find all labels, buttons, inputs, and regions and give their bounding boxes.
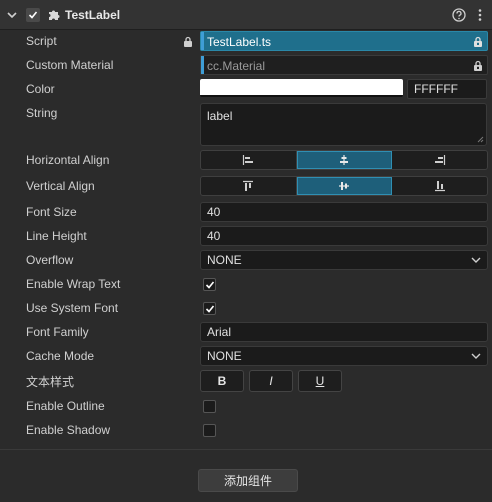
string-label: String — [26, 106, 58, 120]
enable-shadow-label: Enable Shadow — [26, 423, 111, 437]
chevron-down-icon — [471, 257, 481, 263]
section-divider — [0, 449, 492, 450]
cache-mode-select[interactable]: NONE — [200, 346, 488, 366]
component-header: TestLabel — [0, 0, 492, 30]
checkmark-icon — [205, 304, 214, 313]
align-top-icon — [243, 180, 254, 191]
lock-icon[interactable] — [473, 60, 483, 71]
vertical-align-group — [200, 176, 488, 196]
font-family-label: Font Family — [26, 325, 89, 339]
vertical-align-label: Vertical Align — [26, 179, 95, 193]
horizontal-align-group — [200, 150, 488, 170]
script-asset-field[interactable]: TestLabel.ts — [200, 31, 488, 51]
resize-grip-icon[interactable] — [477, 136, 484, 143]
underline-button[interactable]: U — [298, 370, 342, 392]
italic-button[interactable]: I — [249, 370, 293, 392]
checkmark-icon — [205, 280, 214, 289]
checkmark-icon — [28, 11, 38, 19]
align-center-button[interactable] — [296, 151, 393, 169]
font-family-input[interactable]: Arial — [200, 322, 488, 342]
enable-wrap-text-checkbox[interactable] — [203, 278, 216, 291]
align-right-button[interactable] — [392, 151, 487, 169]
add-component-button[interactable]: 添加组件 — [198, 469, 298, 492]
align-middle-icon — [339, 182, 349, 190]
chevron-down-icon — [471, 353, 481, 359]
lock-icon[interactable] — [473, 36, 483, 47]
align-bottom-icon — [434, 181, 445, 192]
string-textarea[interactable]: label — [200, 103, 487, 146]
script-label: Script — [26, 34, 57, 48]
color-label: Color — [26, 82, 55, 96]
enable-shadow-checkbox[interactable] — [203, 424, 216, 437]
asset-type-bar — [201, 32, 204, 50]
color-hex-input[interactable]: FFFFFF — [407, 79, 487, 99]
line-height-label: Line Height — [26, 229, 87, 243]
overflow-select[interactable]: NONE — [200, 250, 488, 270]
chevron-down-icon[interactable] — [6, 9, 18, 21]
overflow-label: Overflow — [26, 253, 74, 267]
color-swatch[interactable] — [200, 79, 403, 97]
text-style-label: 文本样式 — [26, 375, 75, 389]
string-value: label — [207, 109, 233, 123]
more-options-icon[interactable] — [474, 8, 486, 22]
enable-outline-label: Enable Outline — [26, 399, 105, 413]
use-system-font-checkbox[interactable] — [203, 302, 216, 315]
align-top-button[interactable] — [201, 177, 297, 195]
component-enabled-checkbox[interactable] — [26, 8, 40, 22]
line-height-input[interactable]: 40 — [200, 226, 488, 246]
align-center-icon — [340, 155, 348, 165]
custom-material-label: Custom Material — [26, 58, 114, 72]
overflow-value: NONE — [207, 253, 242, 267]
align-left-button[interactable] — [201, 151, 297, 169]
horizontal-align-label: Horizontal Align — [26, 153, 110, 167]
custom-material-value: cc.Material — [207, 59, 266, 73]
cache-mode-label: Cache Mode — [26, 349, 95, 363]
align-right-icon — [434, 155, 445, 165]
lock-icon — [184, 36, 192, 47]
asset-type-bar — [201, 56, 204, 74]
font-size-label: Font Size — [26, 205, 77, 219]
script-value: TestLabel.ts — [207, 35, 272, 49]
component-title: TestLabel — [65, 8, 121, 22]
font-size-input[interactable]: 40 — [200, 202, 488, 222]
align-left-icon — [243, 155, 254, 165]
help-icon[interactable] — [452, 8, 466, 22]
use-system-font-label: Use System Font — [26, 301, 119, 315]
enable-wrap-text-label: Enable Wrap Text — [26, 277, 121, 291]
bold-button[interactable]: B — [200, 370, 244, 392]
cache-mode-value: NONE — [207, 349, 242, 363]
custom-material-field[interactable]: cc.Material — [200, 55, 488, 75]
align-bottom-button[interactable] — [392, 177, 487, 195]
align-middle-button[interactable] — [296, 177, 393, 195]
enable-outline-checkbox[interactable] — [203, 400, 216, 413]
puzzle-icon — [49, 10, 60, 20]
